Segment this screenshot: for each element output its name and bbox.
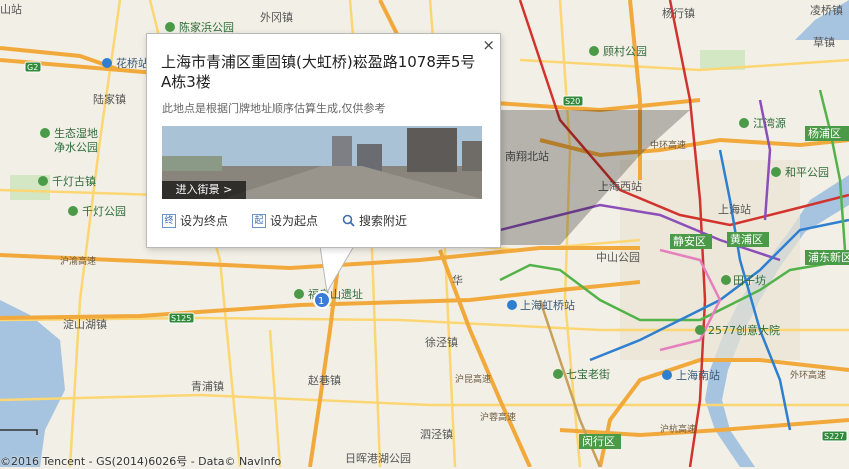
label-rihui: 日晖港湖公园 (345, 452, 411, 465)
label-qiandengpark: 千灯公园 (82, 205, 126, 218)
set-origin-label: 设为起点 (270, 214, 319, 228)
street-view-button[interactable]: 进入街景 > (162, 181, 246, 199)
set-destination-label: 设为终点 (180, 214, 229, 228)
set-destination-button[interactable]: 终 设为终点 (162, 212, 228, 229)
road-shield-s125: S125 (171, 314, 191, 323)
origin-icon: 起 (252, 213, 266, 228)
label-shanghainan: 上海南站 (676, 368, 720, 382)
road-shield-s227: S227 (824, 432, 844, 441)
set-origin-button[interactable]: 起 设为起点 (252, 212, 318, 229)
search-nearby-button[interactable]: 搜索附近 (342, 212, 407, 229)
label-zhaoxiang: 赵巷镇 (308, 373, 341, 387)
road-label-huxi: 沪蓉高速 (480, 411, 516, 423)
road-label-huxin: 沪昆高速 (455, 373, 491, 385)
location-marker[interactable]: 1 (313, 291, 331, 309)
label-xujing: 徐泾镇 (425, 335, 458, 349)
label-hua: 华 (452, 273, 463, 287)
road-label-waihuan: 外环高速 (790, 369, 826, 381)
label-shanhubei: 山站 (0, 2, 22, 16)
label-tianzifang: 田子坊 (733, 273, 766, 287)
popup-note: 此地点是根据门牌地址顺序估算生成,仅供参考 (162, 102, 386, 115)
search-nearby-label: 搜索附近 (359, 214, 408, 228)
label-sijing: 泗泾镇 (420, 427, 453, 441)
label-chuangyi: 2577创意大院 (708, 323, 780, 337)
marker-number: 1 (318, 296, 324, 307)
label-caoting: 草镇 (813, 35, 835, 49)
label-jingshui: 净水公园 (54, 140, 98, 154)
label-yanggang: 杨行镇 (662, 6, 695, 20)
close-icon[interactable]: × (482, 36, 495, 54)
label-waigang: 外冈镇 (260, 10, 293, 24)
label-heping: 和平公园 (785, 166, 829, 179)
info-popup: × 上海市青浦区重固镇(大虹桥)崧盈路1078弄5号A栋3楼 此地点是根据门牌地… (146, 33, 501, 248)
road-label-huxingaosu: 沪杭高速 (660, 423, 696, 435)
search-icon (342, 214, 355, 227)
popup-address-title: 上海市青浦区重固镇(大虹桥)崧盈路1078弄5号A栋3楼 (161, 53, 476, 91)
road-shield-s20: S20 (565, 97, 580, 106)
label-chenjiabang: 陈家浜公园 (179, 20, 234, 34)
label-yangpu: 杨浦区 (808, 126, 841, 140)
label-luzhi: 陆家镇 (93, 92, 126, 106)
road-label-hushang: 沪渝高速 (60, 255, 96, 267)
label-pudong: 浦东新区 (808, 250, 849, 264)
label-gucun: 顾村公园 (603, 44, 647, 58)
label-dianshanhu: 淀山湖镇 (63, 317, 107, 331)
label-shengtai: 生态湿地 (54, 126, 98, 140)
label-lingqiao: 凌桥镇 (810, 3, 843, 17)
label-zhongshan: 中山公园 (596, 251, 640, 264)
label-qibao: 七宝老街 (566, 367, 610, 381)
street-view-thumbnail[interactable]: 进入街景 > (162, 126, 482, 199)
label-huangpu: 黄浦区 (730, 232, 763, 246)
label-jingan: 静安区 (673, 234, 706, 248)
label-qingpu: 青浦镇 (191, 379, 224, 393)
destination-icon: 终 (162, 213, 176, 228)
label-huaqiao: 花桥站 (116, 56, 149, 70)
label-shanghaizhan: 上海站 (718, 202, 751, 216)
label-minhang: 闵行区 (582, 434, 615, 448)
label-qiandeng: 千灯古镇 (52, 174, 96, 188)
label-jiangwan: 江湾源 (753, 116, 786, 130)
road-shield-g2: G2 (27, 63, 38, 72)
label-hongqiao: 上海虹桥站 (520, 298, 575, 312)
